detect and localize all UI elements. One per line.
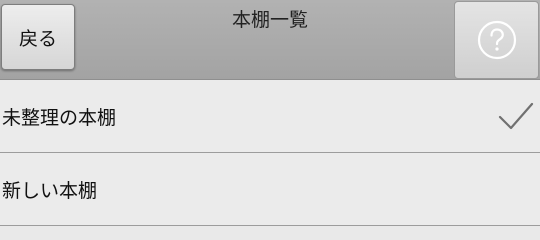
navigation-bar: 戻る 本棚一覧 bbox=[0, 0, 540, 80]
bookshelf-list-screen: 戻る 本棚一覧 未整理の本棚 新しい本棚 bbox=[0, 0, 540, 240]
question-circle-icon bbox=[477, 20, 516, 60]
bookshelf-label: 新しい本棚 bbox=[2, 179, 98, 202]
help-button[interactable] bbox=[454, 1, 539, 79]
checkmark-icon bbox=[498, 102, 534, 130]
bookshelf-row-unsorted[interactable]: 未整理の本棚 bbox=[0, 80, 540, 153]
bookshelf-list: 未整理の本棚 新しい本棚 bbox=[0, 80, 540, 226]
bookshelf-label: 未整理の本棚 bbox=[2, 106, 117, 129]
bookshelf-row-new[interactable]: 新しい本棚 bbox=[0, 153, 540, 226]
